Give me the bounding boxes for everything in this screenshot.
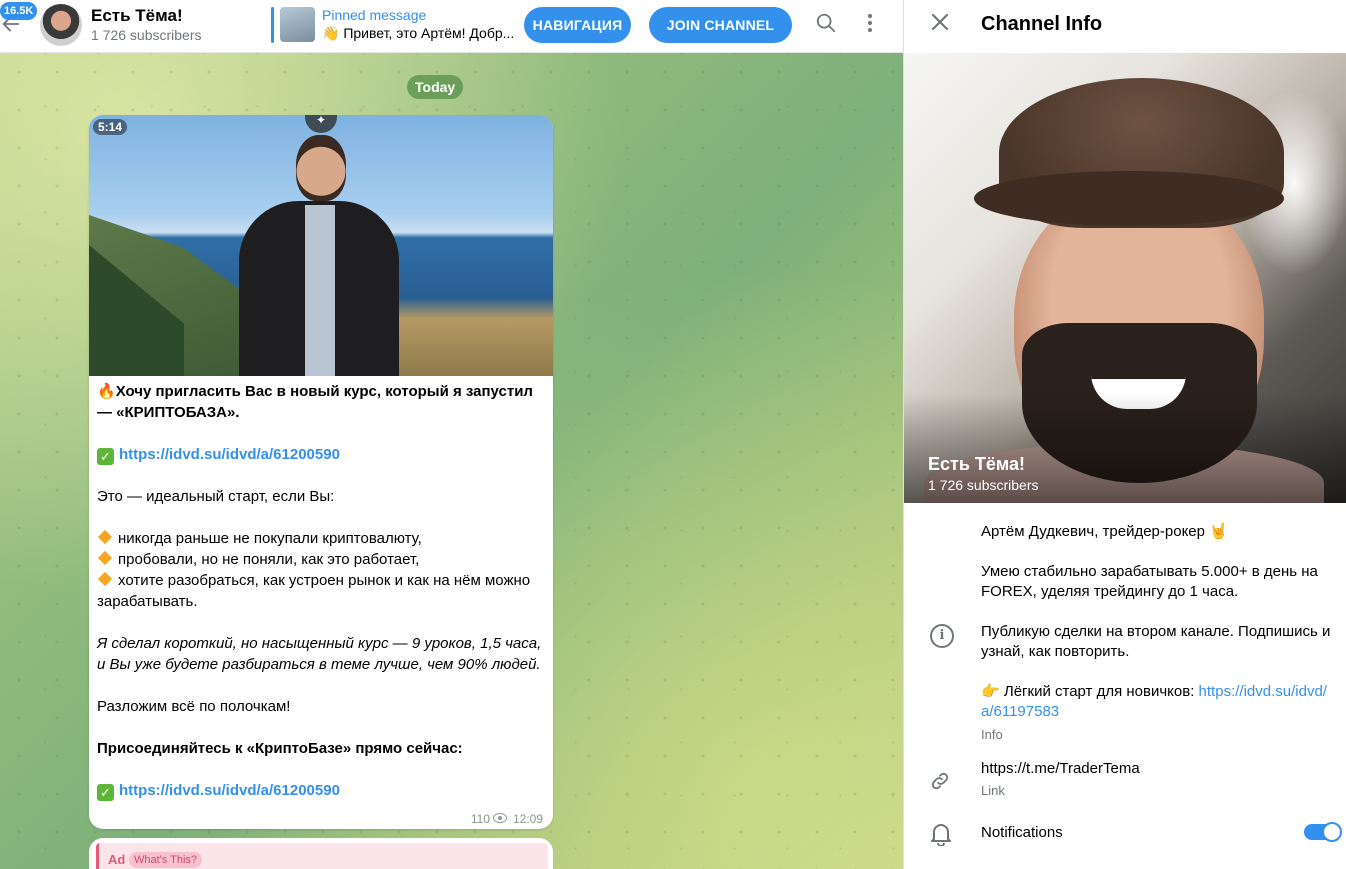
check-mark-emoji: ✓ bbox=[97, 784, 114, 801]
eye-icon bbox=[492, 813, 507, 823]
course-link-2[interactable]: https://idvd.su/idvd/a/61200590 bbox=[119, 782, 340, 799]
channel-avatar[interactable] bbox=[40, 4, 82, 46]
pinned-indicator bbox=[271, 7, 274, 43]
chat-title[interactable]: Есть Тёма! bbox=[91, 6, 183, 26]
notifications-toggle[interactable] bbox=[1304, 822, 1342, 842]
link-icon bbox=[929, 770, 953, 794]
post-bullet-1: никогда раньше не покупали криптовалюту, bbox=[97, 528, 547, 549]
post-time: 12:09 bbox=[512, 812, 543, 826]
channel-name: Есть Тёма! bbox=[928, 454, 1025, 474]
post-meta: 110 12:09 bbox=[471, 812, 543, 826]
sponsored-message[interactable]: Ad What's This? bbox=[89, 838, 553, 869]
panel-header: Channel Info bbox=[904, 0, 1346, 52]
post-intro-line: 🔥Хочу пригласить Вас в новый курс, котор… bbox=[97, 381, 547, 423]
channel-description: Артём Дудкевич, трейдер-рокер 🤘 Умею ста… bbox=[981, 522, 1331, 722]
navigation-button[interactable]: НАВИГАЦИЯ bbox=[524, 7, 631, 43]
bio-line-4: 👉 Лёгкий старт для новичков: https://idv… bbox=[981, 682, 1331, 722]
course-link-1[interactable]: https://idvd.su/idvd/a/61200590 bbox=[119, 446, 340, 463]
chat-subscriber-count: 1 726 subscribers bbox=[91, 27, 202, 43]
post-bullet-2: пробовали, но не поняли, как это работае… bbox=[97, 549, 547, 570]
post-join-cta: Присоединяйтесь к «КриптоБазе» прямо сей… bbox=[97, 740, 463, 757]
video-presenter bbox=[239, 127, 399, 376]
post-text: 🔥Хочу пригласить Вас в новый курс, котор… bbox=[97, 381, 547, 801]
photo-hat-brim bbox=[974, 171, 1284, 226]
join-channel-button[interactable]: JOIN CHANNEL bbox=[649, 7, 792, 43]
date-separator: Today bbox=[407, 75, 464, 99]
search-icon[interactable] bbox=[813, 12, 839, 38]
bio-line-3: Публикую сделки на втором канале. Подпиш… bbox=[981, 623, 1331, 660]
notifications-label: Notifications bbox=[981, 824, 1063, 841]
presenter-shirt bbox=[305, 205, 335, 376]
post-italic: Я сделал короткий, но насыщенный курс — … bbox=[97, 635, 542, 673]
whats-this-button[interactable]: What's This? bbox=[129, 852, 203, 868]
bio-line-2: Умею стабильно зарабатывать 5.000+ в ден… bbox=[981, 563, 1318, 600]
presenter-head bbox=[296, 135, 346, 201]
post-sort: Разложим всё по полочкам! bbox=[97, 698, 291, 715]
bullet-3-text: хотите разобраться, как устроен рынок и … bbox=[97, 572, 531, 610]
bio-line-4-prefix: 👉 Лёгкий старт для новичков: bbox=[981, 683, 1199, 700]
pinned-thumbnail[interactable] bbox=[280, 7, 315, 42]
post-ideal: Это — идеальный старт, если Вы: bbox=[97, 488, 335, 505]
post-link-line-1: ✓ https://idvd.su/idvd/a/61200590 bbox=[97, 444, 547, 465]
link-caption: Link bbox=[981, 783, 1005, 798]
info-caption: Info bbox=[981, 727, 1003, 742]
orange-diamond-emoji bbox=[97, 550, 113, 566]
pinned-message-title[interactable]: Pinned message bbox=[322, 7, 426, 23]
chat-header: 16.5K Есть Тёма! 1 726 subscribers Pinne… bbox=[0, 0, 903, 53]
check-mark-emoji: ✓ bbox=[97, 448, 114, 465]
fire-emoji: 🔥 bbox=[97, 383, 116, 400]
unread-count-badge: 16.5K bbox=[0, 2, 38, 20]
channel-subscribers: 1 726 subscribers bbox=[928, 477, 1039, 493]
orange-diamond-emoji bbox=[97, 571, 113, 587]
video-preview[interactable]: 5:14 ✦ bbox=[89, 115, 553, 376]
orange-diamond-emoji bbox=[97, 529, 113, 545]
ad-content[interactable]: Ad What's This? bbox=[96, 843, 548, 869]
bullet-2-text: пробовали, но не поняли, как это работае… bbox=[118, 551, 420, 568]
channel-photo[interactable]: Есть Тёма! 1 726 subscribers bbox=[904, 53, 1346, 503]
bell-icon bbox=[930, 822, 952, 847]
post-intro: Хочу пригласить Вас в новый курс, которы… bbox=[97, 383, 533, 421]
info-icon: i bbox=[930, 624, 954, 648]
channel-link[interactable]: https://t.me/TraderTema bbox=[981, 760, 1140, 777]
bullet-1-text: никогда раньше не покупали криптовалюту, bbox=[118, 530, 422, 547]
channel-post[interactable]: 5:14 ✦ 🔥Хочу пригласить Вас в новый курс… bbox=[89, 115, 553, 829]
more-vertical-icon[interactable] bbox=[857, 12, 883, 38]
channel-info-panel: Channel Info Есть Тёма! 1 726 subscriber… bbox=[903, 0, 1346, 869]
post-link-line-2: ✓ https://idvd.su/idvd/a/61200590 bbox=[97, 780, 547, 801]
panel-title: Channel Info bbox=[981, 13, 1103, 35]
video-duration: 5:14 bbox=[93, 119, 128, 135]
view-count: 110 bbox=[470, 812, 490, 826]
bio-line-1: Артём Дудкевич, трейдер-рокер 🤘 bbox=[981, 523, 1228, 540]
chat-column: 16.5K Есть Тёма! 1 726 subscribers Pinne… bbox=[0, 0, 903, 869]
close-icon[interactable] bbox=[928, 12, 952, 36]
toggle-knob bbox=[1322, 822, 1342, 842]
ad-label: Ad bbox=[108, 852, 126, 867]
post-bullet-3: хотите разобраться, как устроен рынок и … bbox=[97, 570, 547, 612]
pinned-message-text[interactable]: 👋 Привет, это Артём! Добр... bbox=[322, 25, 517, 42]
